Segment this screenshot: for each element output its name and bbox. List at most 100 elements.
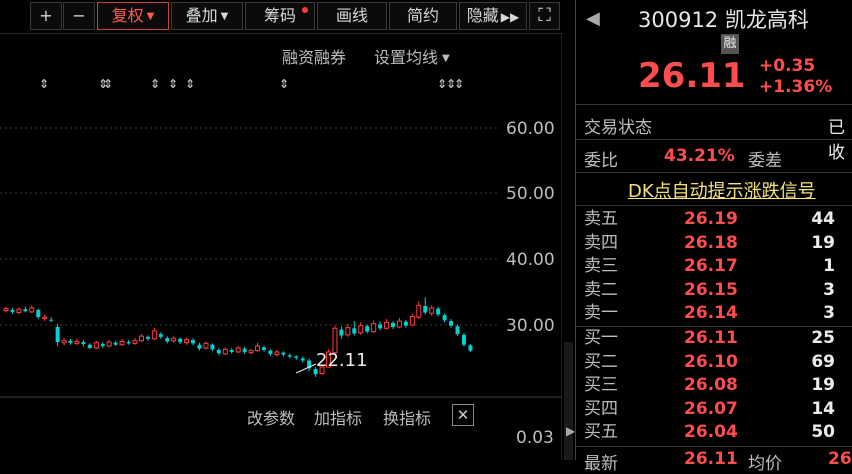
y-tick-label: 30.00 xyxy=(506,316,555,336)
candle-body xyxy=(442,315,447,321)
order-book-row[interactable]: 买一 26.11 25 xyxy=(576,327,852,350)
candle xyxy=(416,301,422,320)
collapse-arrow-icon[interactable]: ▶ xyxy=(566,424,575,438)
candle-body xyxy=(449,321,454,326)
order-book-row[interactable]: 买二 26.10 69 xyxy=(576,351,852,374)
candle xyxy=(300,356,305,363)
candle xyxy=(365,324,370,334)
candle xyxy=(36,308,41,320)
candle xyxy=(229,347,234,354)
candle-body xyxy=(378,324,383,329)
bid-book: 买一 26.11 25 买二 26.10 69 买三 26.08 19 买四 26.07 14 买五 26… xyxy=(576,327,852,445)
candle xyxy=(106,340,112,348)
candle xyxy=(29,305,35,314)
event-markers: ⇕ ⇕⇕ ⇕ ⇕ ⇕ ⇕ ⇕⇕⇕ xyxy=(39,77,464,91)
event-marker-icon[interactable]: ⇕ xyxy=(454,77,464,91)
candle-body xyxy=(151,330,157,340)
candle-body xyxy=(248,350,254,354)
candle xyxy=(449,319,454,328)
candle xyxy=(222,347,228,356)
order-volume: 44 xyxy=(811,209,835,229)
panel-scrollbar[interactable] xyxy=(564,342,573,460)
order-price: 26.10 xyxy=(684,351,738,372)
candle xyxy=(248,348,254,355)
candle xyxy=(339,326,344,339)
candle xyxy=(49,317,54,323)
order-volume: 14 xyxy=(811,398,835,419)
order-book-row[interactable]: 卖三 26.17 1 xyxy=(576,255,852,278)
latest-value: 26.11 xyxy=(684,449,738,469)
event-marker-icon[interactable]: ⇕ xyxy=(39,77,49,91)
candle xyxy=(158,332,163,339)
candle xyxy=(423,297,428,315)
low-annotation-label: 22.11 xyxy=(316,350,368,371)
candle xyxy=(81,340,86,347)
dk-signal-link[interactable]: DK点自动提示涨跌信号 xyxy=(628,177,816,203)
candle-body xyxy=(262,347,266,350)
candle-body xyxy=(222,348,228,355)
order-volume: 25 xyxy=(811,328,835,348)
candle-body xyxy=(171,337,177,342)
candle xyxy=(255,342,261,352)
candle xyxy=(294,355,299,360)
candle xyxy=(461,332,466,347)
candle xyxy=(378,321,383,331)
candle-body xyxy=(416,304,422,318)
event-marker-icon[interactable]: ⇕ xyxy=(150,77,160,91)
close-icon[interactable]: ✕ xyxy=(452,404,474,426)
order-book-row[interactable]: 卖一 26.14 3 xyxy=(576,302,852,325)
order-level-label: 卖一 xyxy=(584,303,618,324)
candle xyxy=(87,343,92,350)
order-level-label: 买五 xyxy=(584,422,618,443)
candle-body xyxy=(281,352,286,355)
candle-body xyxy=(210,344,215,350)
event-marker-icon[interactable]: ⇕ xyxy=(279,77,289,91)
candle-body xyxy=(409,315,415,326)
candle-body xyxy=(365,326,370,332)
candle-body xyxy=(235,347,241,353)
switch-indicator-link[interactable]: 换指标 xyxy=(383,405,431,429)
order-volume: 3 xyxy=(823,279,835,300)
order-book-row[interactable]: 卖四 26.18 19 xyxy=(576,232,852,255)
candle-body xyxy=(255,345,261,352)
candle-body xyxy=(423,305,428,313)
candle-body xyxy=(191,340,196,344)
candle-body xyxy=(42,316,48,319)
candles-group xyxy=(3,297,473,377)
candle-body xyxy=(165,338,170,342)
event-marker-icon[interactable]: ⇕ xyxy=(103,77,113,91)
order-price: 26.08 xyxy=(684,375,738,396)
order-level-label: 买二 xyxy=(584,351,618,372)
prev-stock-icon[interactable]: ◀ xyxy=(586,8,600,29)
candle-body xyxy=(294,356,299,358)
candle-body xyxy=(132,340,138,344)
kline-chart[interactable]: 60.00 50.00 40.00 30.00 ⇕ ⇕⇕ ⇕ ⇕ ⇕ ⇕ ⇕⇕⇕ 22.11… xyxy=(0,0,562,460)
quote-panel: ◀ 300912 凯龙高科 融 26.11 +0.35 +1.36% 交易状态 … xyxy=(575,0,852,474)
candle xyxy=(191,338,196,346)
candle-body xyxy=(358,325,364,334)
order-book-row[interactable]: 卖二 26.15 3 xyxy=(576,279,852,302)
candle-body xyxy=(384,321,390,329)
low-annotation-arrow xyxy=(295,363,317,374)
candle-body xyxy=(61,340,67,344)
order-price: 26.15 xyxy=(684,279,738,300)
add-indicator-link[interactable]: 加指标 xyxy=(314,405,362,429)
candle xyxy=(74,338,80,346)
candle xyxy=(391,321,395,329)
order-book-row[interactable]: 卖五 26.19 44 xyxy=(576,208,852,231)
candle-body xyxy=(74,340,80,344)
event-marker-icon[interactable]: ⇕ xyxy=(185,77,195,91)
candle xyxy=(384,319,390,330)
candle xyxy=(119,338,125,347)
event-marker-icon[interactable]: ⇕ xyxy=(168,77,178,91)
candle xyxy=(371,320,377,333)
candle-body xyxy=(113,342,118,345)
order-book-row[interactable]: 买五 26.04 50 xyxy=(576,421,852,444)
change-params-link[interactable]: 改参数 xyxy=(247,405,295,429)
order-book-row[interactable]: 买四 26.07 14 xyxy=(576,398,852,421)
order-book-row[interactable]: 买三 26.08 19 xyxy=(576,374,852,397)
candle xyxy=(352,321,357,336)
candle-body xyxy=(81,342,86,345)
order-price: 26.19 xyxy=(684,209,738,229)
candle xyxy=(345,323,351,337)
